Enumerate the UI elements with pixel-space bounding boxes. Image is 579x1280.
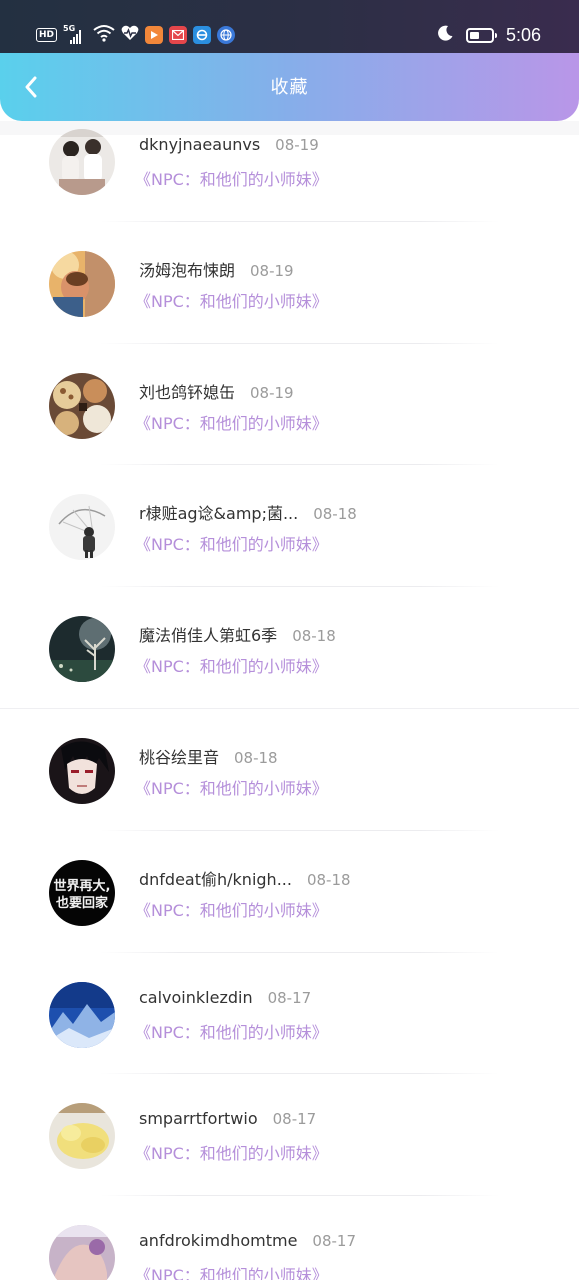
user-name[interactable]: 刘也鸽钚媳缶 [139,379,235,403]
user-name[interactable]: smparrtfortwio [139,1109,258,1128]
favorite-item[interactable]: anfdrokimdhomtme 08-17 《NPC：和他们的小师妹》 [0,1196,579,1280]
favorite-date: 08-17 [267,988,312,1007]
e-app-icon [193,26,212,44]
favorite-item[interactable]: 汤姆泡布悚朗 08-19 《NPC：和他们的小师妹》 [0,222,579,344]
user-name[interactable]: 魔法俏佳人第虹6季 [139,622,277,646]
item-header: 刘也鸽钚媳缶 08-19 [139,379,294,403]
book-title-link[interactable]: 《NPC：和他们的小师妹》 [135,288,328,312]
user-name[interactable]: anfdrokimdhomtme [139,1231,297,1250]
nav-bar: 收藏 [0,53,579,121]
user-name[interactable]: 汤姆泡布悚朗 [139,257,235,281]
item-header: 桃谷绘里音 08-18 [139,744,278,768]
favorite-date: 08-17 [272,1110,317,1129]
favorite-item[interactable]: 魔法俏佳人第虹6季 08-18 《NPC：和他们的小师妹》 [0,587,579,709]
favorite-date: 08-19 [275,136,319,154]
hd-badge: HD [36,28,58,42]
avatar-poster-text-2: 也要回家 [56,895,109,911]
avatar-poster-text-1: 世界再大, [54,878,111,894]
video-app-icon [145,26,164,44]
user-avatar[interactable] [49,494,115,561]
book-title-link[interactable]: 《NPC：和他们的小师妹》 [135,166,328,190]
user-name[interactable]: dknyjnaeaunvs [139,135,260,154]
page-title: 收藏 [270,77,309,98]
book-title-link[interactable]: 《NPC：和他们的小师妹》 [135,775,328,799]
status-bar: HD 5G 5:06 [0,0,579,53]
header: HD 5G 5:06 收藏 [0,0,579,121]
user-avatar[interactable] [49,372,115,439]
wifi-icon [93,24,115,46]
favorite-date: 08-17 [312,1232,357,1251]
favorite-date: 08-18 [306,870,351,889]
book-title-link[interactable]: 《NPC：和他们的小师妹》 [135,531,328,555]
book-title-link[interactable]: 《NPC：和他们的小师妹》 [135,1140,328,1164]
item-header: calvoinklezdin 08-17 [139,988,311,1007]
book-title-link[interactable]: 《NPC：和他们的小师妹》 [135,653,328,677]
item-header: 汤姆泡布悚朗 08-19 [139,257,294,281]
item-header: dnfdeat偷h/knigh... 08-18 [139,866,351,890]
favorite-item[interactable]: 世界再大, 也要回家 dnfdeat偷h/knigh... 08-18 《NPC：和他们… [0,831,579,953]
book-title-link[interactable]: 《NPC：和他们的小师妹》 [135,1262,328,1280]
battery-level [469,31,479,39]
book-title-link[interactable]: 《NPC：和他们的小师妹》 [135,897,328,921]
item-header: 魔法俏佳人第虹6季 08-18 [139,622,336,646]
favorite-item[interactable]: dknyjnaeaunvs 08-19 《NPC：和他们的小师妹》 [0,121,579,222]
favorite-item[interactable]: r棣赃ag谂&amp;菌... 08-18 《NPC：和他们的小师妹》 [0,465,579,588]
status-icons-right: 5:06 [436,24,541,46]
book-title-link[interactable]: 《NPC：和他们的小师妹》 [135,1019,328,1043]
moon-icon [436,24,454,46]
favorite-item[interactable]: 刘也鸽钚媳缶 08-19 《NPC：和他们的小师妹》 [0,344,579,466]
item-header: smparrtfortwio 08-17 [139,1109,316,1128]
user-name[interactable]: 桃谷绘里音 [139,744,219,768]
favorite-item[interactable]: smparrtfortwio 08-17 《NPC：和他们的小师妹》 [0,1074,579,1197]
status-icons-left: HD 5G [36,24,236,46]
favorite-date: 08-18 [292,627,336,646]
favorite-date: 08-18 [313,505,357,524]
favorite-item[interactable]: 桃谷绘里音 08-18 《NPC：和他们的小师妹》 [0,709,579,831]
user-avatar[interactable] [49,129,115,195]
user-name[interactable]: calvoinklezdin [139,988,253,1007]
user-avatar[interactable] [49,616,115,683]
clock: 5:06 [505,24,541,45]
favorite-date: 08-19 [250,383,294,402]
user-avatar[interactable] [49,981,115,1048]
favorite-date: 08-18 [234,748,278,767]
user-avatar[interactable] [49,250,115,317]
favorite-date: 08-19 [250,261,294,280]
mail-app-icon [169,26,188,44]
item-header: dknyjnaeaunvs 08-19 [139,135,319,154]
user-avatar[interactable]: 世界再大, 也要回家 [49,859,115,926]
user-avatar[interactable] [49,1225,115,1280]
item-header: r棣赃ag谂&amp;菌... 08-18 [139,500,357,524]
item-header: anfdrokimdhomtme 08-17 [139,1231,356,1250]
heart-pulse-icon [121,25,139,45]
browser-app-icon [217,26,236,44]
user-avatar[interactable] [49,1103,115,1170]
book-title-link[interactable]: 《NPC：和他们的小师妹》 [135,410,328,434]
user-name[interactable]: dnfdeat偷h/knigh... [139,866,292,890]
signal-icon: 5G [63,24,87,44]
favorites-list[interactable]: dknyjnaeaunvs 08-19 《NPC：和他们的小师妹》 汤姆泡布悚朗 08-… [0,121,579,1280]
user-avatar[interactable] [49,737,115,804]
favorite-item[interactable]: calvoinklezdin 08-17 《NPC：和他们的小师妹》 [0,953,579,1075]
battery-icon [465,27,497,43]
user-name[interactable]: r棣赃ag谂&amp;菌... [139,500,298,524]
